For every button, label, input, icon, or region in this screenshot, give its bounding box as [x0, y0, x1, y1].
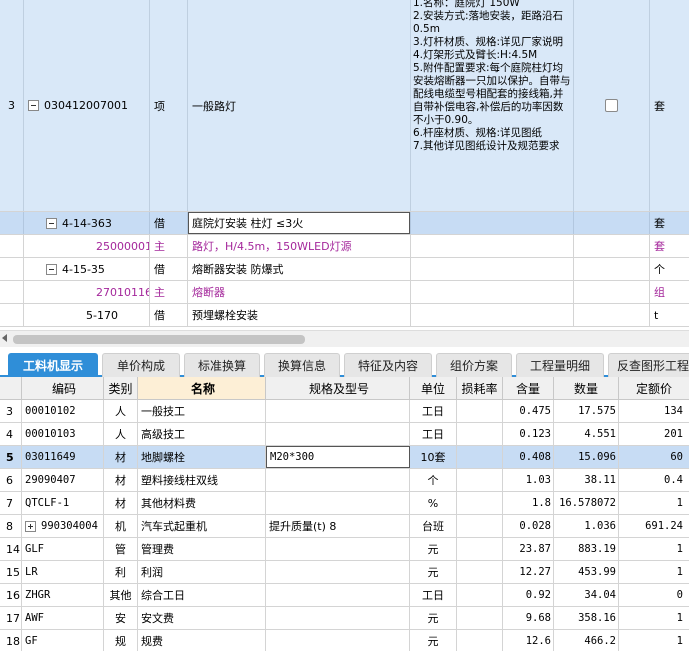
- table-row[interactable]: 8 990304004 机 汽车式起重机 提升质量(t) 8 台班 0.028 …: [0, 515, 689, 538]
- col-header-content[interactable]: 含量: [503, 377, 554, 399]
- tab-pricing-scheme[interactable]: 组价方案: [436, 353, 512, 377]
- col-header-quota-price[interactable]: 定额价: [619, 377, 689, 399]
- item-name: 一般路灯: [188, 0, 411, 211]
- checkbox[interactable]: [605, 99, 618, 112]
- tab-features-content[interactable]: 特征及内容: [344, 353, 432, 377]
- table-row[interactable]: 7 QTCLF-1 材 其他材料费 % 1.8 16.578072 1: [0, 492, 689, 515]
- quota-row[interactable]: 4-15-35 借 熔断器安装 防爆式 个: [0, 258, 689, 281]
- expand-icon[interactable]: [25, 520, 36, 532]
- scrollbar-thumb[interactable]: [13, 335, 305, 344]
- item-unit: 套: [654, 99, 665, 113]
- tab-unit-price-composition[interactable]: 单价构成: [102, 353, 180, 377]
- tab-quantity-details[interactable]: 工程量明细: [516, 353, 604, 377]
- material-row[interactable]: 2701011601 主 熔断器 组: [0, 281, 689, 304]
- item-feature-description: 1.名称：庭院灯 150W 2.安装方式:落地安装，距路沿石0.5m 3.灯杆材…: [411, 0, 574, 212]
- resource-grid: 编码 类别 名称 规格及型号 单位 损耗率 含量 数量 定额价 3 000101…: [0, 377, 689, 651]
- item-unit: 组: [654, 286, 665, 299]
- item-name: 预埋螺栓安装: [188, 304, 411, 326]
- item-type: 主: [150, 235, 188, 257]
- col-header-name[interactable]: 名称: [138, 377, 266, 399]
- item-name-input[interactable]: 庭院灯安装 柱灯 ≤3火: [188, 212, 410, 234]
- item-name: 熔断器安装 防爆式: [188, 258, 411, 280]
- item-type: 主: [150, 281, 188, 303]
- collapse-icon[interactable]: [46, 217, 57, 229]
- col-header-unit[interactable]: 单位: [410, 377, 457, 399]
- item-type: 项: [150, 0, 188, 211]
- col-header-loss-rate[interactable]: 损耗率: [457, 377, 503, 399]
- collapse-icon[interactable]: [28, 100, 39, 111]
- item-name: 熔断器: [188, 281, 411, 303]
- col-header-spec[interactable]: 规格及型号: [266, 377, 410, 399]
- item-code: 5-170: [24, 304, 150, 326]
- table-row[interactable]: 14 GLF 管 管理费 元 23.87 883.19 1: [0, 538, 689, 561]
- item-unit: 套: [654, 217, 665, 230]
- bill-items-grid: 3 030412007001 项 一般路灯 1.名称：庭院灯 150W 2.安装…: [0, 0, 689, 330]
- tab-reverse-lookup[interactable]: 反查图形工程: [608, 353, 689, 377]
- bill-row[interactable]: 3 030412007001 项 一般路灯 1.名称：庭院灯 150W 2.安装…: [0, 0, 689, 212]
- item-unit: t: [654, 308, 659, 322]
- scroll-left-icon[interactable]: [2, 334, 7, 342]
- table-row[interactable]: 18 GF 规 规费 元 12.6 466.2 1: [0, 630, 689, 651]
- horizontal-scrollbar[interactable]: [0, 330, 689, 347]
- table-row[interactable]: 16 ZHGR 其他 综合工日 工日 0.92 34.04 0: [0, 584, 689, 607]
- item-type: 借: [150, 258, 188, 280]
- material-row[interactable]: 2500000101 主 路灯，H/4.5m，150WLED灯源 套: [0, 235, 689, 258]
- table-row[interactable]: 17 AWF 安 安文费 元 9.68 358.16 1: [0, 607, 689, 630]
- col-header-quantity[interactable]: 数量: [554, 377, 619, 399]
- table-row[interactable]: 15 LR 利 利润 元 12.27 453.99 1: [0, 561, 689, 584]
- item-unit: 个: [654, 263, 665, 276]
- item-code: 2701011601: [24, 281, 150, 303]
- tab-conversion-info[interactable]: 换算信息: [264, 353, 340, 377]
- item-code: 030412007001: [44, 99, 128, 112]
- detail-tabs: 工料机显示 单价构成 标准换算 换算信息 特征及内容 组价方案 工程量明细 反查…: [0, 347, 689, 377]
- item-name: 路灯，H/4.5m，150WLED灯源: [188, 235, 411, 257]
- col-header-code[interactable]: 编码: [22, 377, 104, 399]
- table-row-selected[interactable]: 5 03011649 材 地脚螺栓 M20*300 10套 0.408 15.0…: [0, 446, 689, 469]
- quota-row[interactable]: 5-170 借 预埋螺栓安装 t: [0, 304, 689, 327]
- table-row[interactable]: 4 00010103 人 高级技工 工日 0.123 4.551 201: [0, 423, 689, 446]
- item-code: 4-15-35: [62, 262, 105, 276]
- table-row[interactable]: 3 00010102 人 一般技工 工日 0.475 17.575 134: [0, 400, 689, 423]
- resource-grid-header: 编码 类别 名称 规格及型号 单位 损耗率 含量 数量 定额价: [0, 377, 689, 400]
- item-type: 借: [150, 304, 188, 326]
- item-unit: 套: [654, 240, 665, 253]
- item-code: 4-14-363: [62, 216, 112, 230]
- tab-labor-material-machine[interactable]: 工料机显示: [8, 353, 98, 377]
- tab-standard-conversion[interactable]: 标准换算: [184, 353, 260, 377]
- table-row[interactable]: 6 29090407 材 塑料接线柱双线 个 1.03 38.11 0.4: [0, 469, 689, 492]
- spec-input[interactable]: M20*300: [266, 446, 410, 468]
- col-header-type[interactable]: 类别: [104, 377, 138, 399]
- quota-row[interactable]: 4-14-363 借 庭院灯安装 柱灯 ≤3火 套: [0, 212, 689, 235]
- item-type: 借: [150, 212, 188, 234]
- row-number: 3: [0, 0, 24, 211]
- collapse-icon[interactable]: [46, 263, 57, 275]
- app-window: 3 030412007001 项 一般路灯 1.名称：庭院灯 150W 2.安装…: [0, 0, 689, 651]
- item-code: 2500000101: [24, 235, 150, 257]
